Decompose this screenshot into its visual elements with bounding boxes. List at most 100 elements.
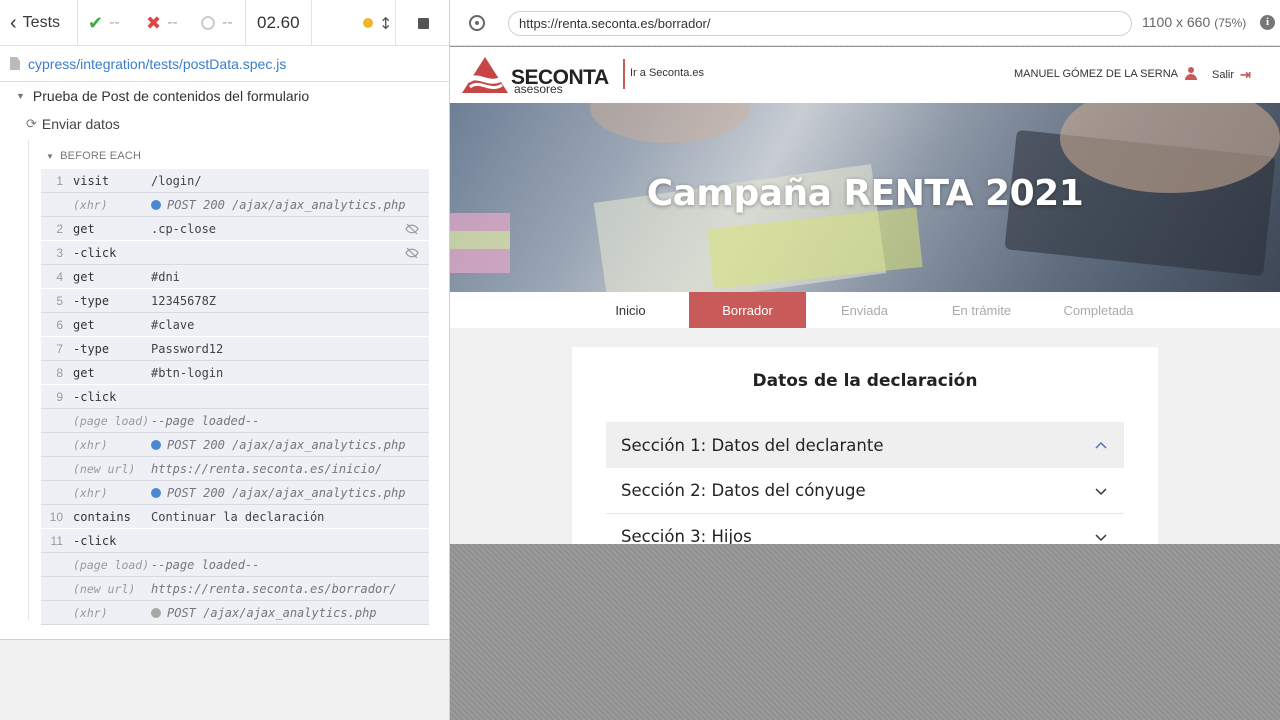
user-menu[interactable]: MANUEL GÓMEZ DE LA SERNA (1014, 67, 1198, 80)
passed-count: ✔ -- (88, 0, 120, 46)
command-name: -click (73, 390, 117, 404)
x-icon: ✖ (146, 12, 162, 33)
command-message-text: /login/ (151, 174, 202, 188)
pending-count: -- (201, 0, 233, 46)
command-row[interactable]: 11 -click (41, 529, 429, 553)
command-row[interactable]: (new url) https://renta.seconta.es/inicio… (41, 457, 429, 481)
running-indicator-icon (363, 18, 373, 28)
command-row[interactable]: (page load) --page loaded-- (41, 409, 429, 433)
brand-subtitle: asesores (514, 82, 563, 96)
command-message: POST /ajax/ajax_analytics.php (151, 606, 377, 620)
eye-slash-icon (405, 223, 419, 235)
auto-scroll-toggle[interactable]: ↕ (363, 0, 392, 46)
command-number: 9 (56, 390, 63, 404)
command-row[interactable]: (page load) --page loaded-- (41, 553, 429, 577)
tab-en-tramite[interactable]: En trámite (923, 292, 1040, 328)
command-message-text: Password12 (151, 342, 224, 356)
command-row[interactable]: (xhr) POST /ajax/ajax_analytics.php (41, 601, 429, 625)
command-number: 10 (49, 510, 63, 524)
selector-playground-icon[interactable] (469, 15, 485, 31)
command-row[interactable]: 8 get #btn-login (41, 361, 429, 385)
status-dot-icon (151, 200, 161, 210)
command-row[interactable]: (xhr) POST 200 /ajax/ajax_analytics.php (41, 433, 429, 457)
hook-title[interactable]: ▼ BEFORE EACH (46, 150, 141, 162)
command-row[interactable]: 4 get #dni (41, 265, 429, 289)
command-message-text: POST 200 /ajax/ajax_analytics.php (167, 486, 406, 500)
command-row[interactable]: 10 contains Continuar la declaración (41, 505, 429, 529)
passed-value: -- (109, 14, 120, 31)
card-title: Datos de la declaración (752, 371, 978, 391)
command-name: (xhr) (73, 486, 108, 500)
command-number: 4 (56, 270, 63, 284)
command-row[interactable]: 5 -type 12345678Z (41, 289, 429, 313)
caret-down-icon: ▼ (16, 91, 25, 101)
tab-completada[interactable]: Completada (1040, 292, 1157, 328)
site-header: SECONTA asesores Ir a Seconta.es MANUEL … (450, 47, 1280, 103)
command-row[interactable]: 2 get .cp-close (41, 217, 429, 241)
seconta-logo-icon (462, 57, 508, 93)
command-message: POST 200 /ajax/ajax_analytics.php (151, 486, 405, 500)
chevron-left-icon: ‹ (10, 12, 17, 34)
failed-count: ✖ -- (146, 0, 178, 46)
url-field[interactable]: https://renta.seconta.es/borrador/ (508, 11, 1132, 36)
divider (395, 0, 396, 46)
command-message: #btn-login (151, 366, 223, 380)
divider (623, 59, 625, 89)
command-row[interactable]: 1 visit/login/ (41, 169, 429, 193)
check-icon: ✔ (88, 12, 104, 33)
section-label: Sección 3: Hijos (621, 527, 752, 544)
command-message: .cp-close (151, 222, 216, 236)
command-row[interactable]: 9 -click (41, 385, 429, 409)
accordion-section[interactable]: Sección 1: Datos del declarante (606, 422, 1124, 468)
tab-borrador[interactable]: Borrador (689, 292, 806, 328)
command-message: /login/ (151, 174, 202, 188)
runnables: ▼ Prueba de Post de contenidos del formu… (0, 82, 449, 640)
tab-enviada[interactable]: Enviada (806, 292, 923, 328)
logout-link[interactable]: Salir ⇥ (1212, 67, 1251, 83)
file-icon (10, 57, 20, 70)
command-row[interactable]: (new url) https://renta.seconta.es/borrad… (41, 577, 429, 601)
command-message-text: .cp-close (151, 222, 217, 236)
stop-icon (418, 17, 429, 29)
command-message: POST 200 /ajax/ajax_analytics.php (151, 438, 405, 452)
running-spinner-icon: ⟳ (26, 116, 37, 131)
viewport-scale: (75%) (1214, 16, 1247, 30)
command-row[interactable]: (xhr) POST 200 /ajax/ajax_analytics.php (41, 481, 429, 505)
failed-value: -- (167, 14, 178, 31)
command-name: visit (73, 174, 110, 188)
go-to-seconta-link[interactable]: Ir a Seconta.es (630, 67, 704, 79)
tab-inicio[interactable]: Inicio (572, 292, 689, 328)
command-list: 1 visit/login/ (xhr) POST 200 /ajax/ajax_an… (41, 169, 429, 625)
tests-button[interactable]: ‹ Tests (10, 0, 60, 46)
info-icon[interactable]: i (1260, 15, 1275, 30)
command-number: 7 (56, 342, 63, 356)
spec-file-link[interactable]: cypress/integration/tests/postData.spec.… (28, 56, 286, 72)
tree-line (28, 140, 29, 620)
accordion-section[interactable]: Sección 3: Hijos (606, 514, 1124, 544)
viewport-info: 1100 x 660 (75%) (1142, 14, 1246, 30)
hook-label: BEFORE EACH (60, 150, 142, 162)
hero-image-part (450, 213, 510, 273)
test-title[interactable]: ⟳ Enviar datos (26, 116, 120, 132)
command-row[interactable]: 3 -click (41, 241, 429, 265)
command-message: #clave (151, 318, 194, 332)
stop-button[interactable] (418, 0, 429, 46)
command-name: (new url) (73, 462, 136, 476)
command-message: Password12 (151, 342, 223, 356)
chevron-down-icon (1095, 488, 1107, 496)
duration: 02.60 (257, 13, 300, 32)
command-message-text: --page loaded-- (151, 558, 260, 572)
status-dot-icon (151, 440, 161, 450)
scroll-arrows-icon: ↕ (379, 13, 393, 33)
command-message-text: #btn-login (151, 366, 224, 380)
pending-value: -- (222, 14, 233, 31)
accordion-section[interactable]: Sección 2: Datos del cónyuge (606, 468, 1124, 514)
suite-title[interactable]: ▼ Prueba de Post de contenidos del formu… (16, 88, 309, 104)
command-name: (xhr) (73, 606, 108, 620)
command-row[interactable]: (xhr) POST 200 /ajax/ajax_analytics.php (41, 193, 429, 217)
command-name: -click (73, 246, 117, 260)
progress-tabs: Inicio Borrador Enviada En trámite Completad… (450, 292, 1280, 328)
spec-file-bar: cypress/integration/tests/postData.spec.… (0, 46, 449, 82)
command-row[interactable]: 7 -type Password12 (41, 337, 429, 361)
command-row[interactable]: 6 get #clave (41, 313, 429, 337)
